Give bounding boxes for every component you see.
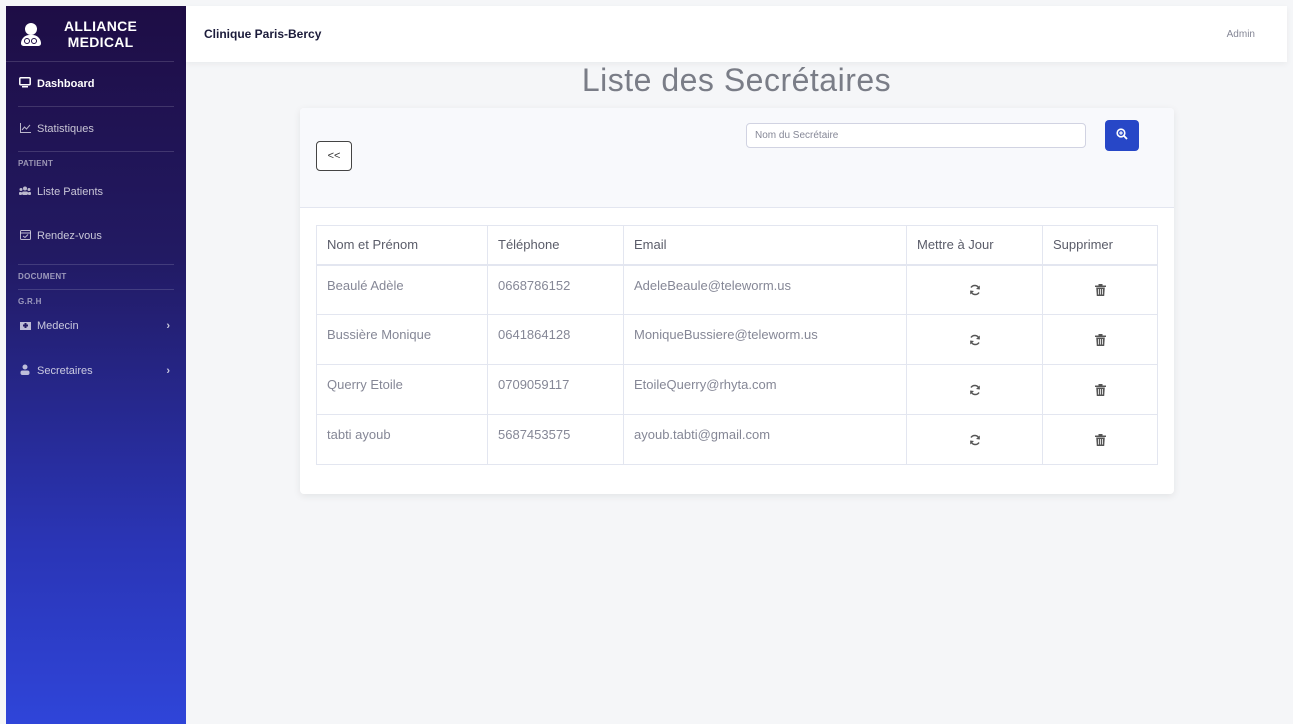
hospital-icon [18, 320, 32, 333]
users-icon [18, 186, 32, 198]
sidebar-item-label: Medecin [37, 320, 79, 332]
sidebar-item-medecin[interactable]: Medecin › [6, 314, 186, 338]
brand[interactable]: ALLIANCE MEDICAL [6, 6, 174, 62]
update-button[interactable] [906, 364, 1043, 415]
trash-icon [1094, 334, 1106, 349]
table-row: tabti ayoub 5687453575 ayoub.tabti@gmail… [316, 414, 1158, 465]
page-title: Liste des Secrétaires [581, 62, 892, 98]
cell-phone: 0709059117 [487, 364, 624, 415]
chevron-right-icon: › [166, 320, 170, 332]
cell-name: tabti ayoub [316, 414, 488, 465]
monitor-icon [18, 77, 32, 91]
user-menu[interactable]: Admin [1227, 29, 1255, 40]
search-plus-icon [1116, 128, 1128, 143]
trash-icon [1094, 384, 1106, 399]
sync-icon [969, 384, 981, 399]
delete-button[interactable] [1042, 364, 1158, 415]
section-label-document: DOCUMENT [18, 272, 67, 281]
section-label-patient: PATIENT [18, 159, 54, 168]
topbar: Clinique Paris-Bercy Admin [186, 6, 1287, 62]
cell-email: EtoileQuerry@rhyta.com [623, 364, 907, 415]
cell-name: Bussière Monique [316, 314, 488, 365]
delete-button[interactable] [1042, 414, 1158, 465]
update-button[interactable] [906, 314, 1043, 365]
brand-line-1: ALLIANCE [64, 17, 138, 34]
sidebar-item-label: Secretaires [37, 365, 93, 377]
sidebar: ALLIANCE MEDICAL Dashboard Statistiques … [6, 6, 186, 724]
card-header: << [300, 108, 1174, 208]
column-header-name: Nom et Prénom [316, 225, 488, 266]
cell-name: Beaulé Adèle [316, 264, 488, 315]
trash-icon [1094, 284, 1106, 299]
delete-button[interactable] [1042, 314, 1158, 365]
sync-icon [969, 334, 981, 349]
brand-line-2: MEDICAL [67, 33, 134, 50]
cell-email: MoniqueBussiere@teleworm.us [623, 314, 907, 365]
column-header-update: Mettre à Jour [906, 225, 1043, 266]
update-button[interactable] [906, 264, 1043, 315]
sidebar-item-label: Statistiques [37, 123, 94, 135]
table-header-row: Nom et Prénom Téléphone Email Mettre à J… [316, 225, 1158, 266]
sidebar-item-secretaires[interactable]: Secretaires › [6, 338, 186, 404]
cell-phone: 0668786152 [487, 264, 624, 315]
cell-phone: 0641864128 [487, 314, 624, 365]
sidebar-item-rendez-vous[interactable]: Rendez-vous [6, 208, 186, 264]
clinic-name: Clinique Paris-Bercy [204, 27, 322, 41]
calendar-check-icon [18, 229, 32, 243]
cell-email: AdeleBeaule@teleworm.us [623, 264, 907, 315]
sidebar-item-label: Dashboard [37, 78, 95, 90]
cell-email: ayoub.tabti@gmail.com [623, 414, 907, 465]
table-row: Beaulé Adèle 0668786152 AdeleBeaule@tele… [316, 264, 1158, 315]
table-row: Bussière Monique 0641864128 MoniqueBussi… [316, 314, 1158, 365]
user-doctor-icon [18, 21, 44, 47]
user-tie-icon [18, 364, 32, 378]
search-button[interactable] [1105, 120, 1139, 151]
chart-line-icon [18, 122, 32, 136]
cell-phone: 5687453575 [487, 414, 624, 465]
sidebar-item-label: Rendez-vous [37, 230, 102, 242]
section-label-grh: G.R.H [18, 297, 42, 306]
update-button[interactable] [906, 414, 1043, 465]
sidebar-item-liste-patients[interactable]: Liste Patients [6, 176, 186, 208]
secretaires-table: Nom et Prénom Téléphone Email Mettre à J… [316, 225, 1158, 465]
sidebar-item-statistiques[interactable]: Statistiques [6, 107, 186, 151]
brand-name: ALLIANCE MEDICAL [64, 18, 137, 50]
back-button[interactable]: << [316, 141, 352, 171]
column-header-email: Email [623, 225, 907, 266]
column-header-delete: Supprimer [1042, 225, 1158, 266]
sync-icon [969, 284, 981, 299]
table-row: Querry Etoile 0709059117 EtoileQuerry@rh… [316, 364, 1158, 415]
search-input[interactable] [746, 123, 1086, 148]
chevron-right-icon: › [166, 365, 170, 377]
delete-button[interactable] [1042, 264, 1158, 315]
sidebar-item-dashboard[interactable]: Dashboard [6, 62, 186, 106]
cell-name: Querry Etoile [316, 364, 488, 415]
trash-icon [1094, 434, 1106, 449]
sidebar-item-label: Liste Patients [37, 186, 104, 198]
sync-icon [969, 434, 981, 449]
secretaires-card: << Nom et Prénom Téléphone Email Mettre … [300, 108, 1174, 494]
column-header-phone: Téléphone [487, 225, 624, 266]
